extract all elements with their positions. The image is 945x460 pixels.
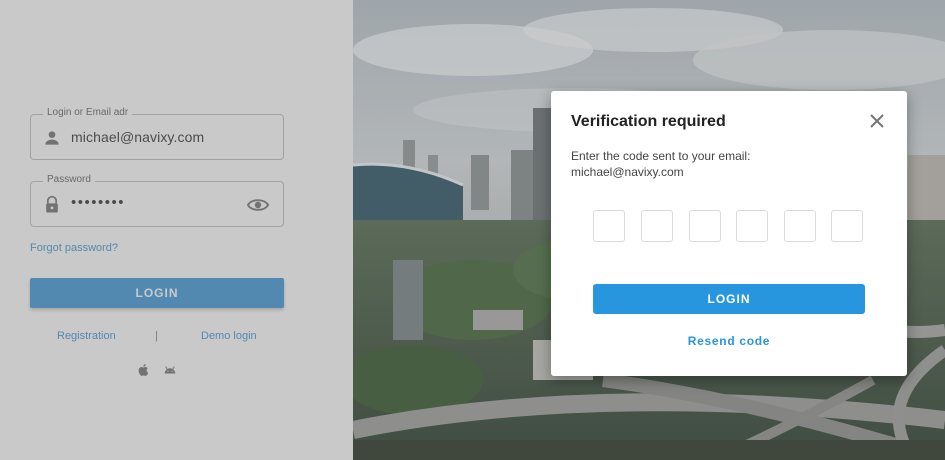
code-digit-2[interactable] [641,210,673,242]
password-field-label: Password [43,174,95,185]
link-separator: | [155,330,158,342]
close-icon[interactable] [869,113,885,129]
resend-code-link[interactable]: Resend code [551,334,907,348]
lock-icon [46,195,58,213]
code-digit-1[interactable] [593,210,625,242]
apple-icon[interactable] [137,363,151,377]
login-field-value: michael@navixy.com [71,129,205,145]
login-button[interactable]: LOGIN [30,278,284,308]
registration-link[interactable]: Registration [57,330,116,342]
login-field-label: Login or Email adr [43,107,133,118]
code-digit-6[interactable] [831,210,863,242]
android-icon[interactable] [162,363,178,377]
user-icon [45,131,59,145]
forgot-password-link[interactable]: Forgot password? [30,242,118,254]
show-password-icon[interactable] [247,196,269,214]
verify-login-button[interactable]: LOGIN [593,284,865,314]
modal-title: Verification required [571,113,726,130]
login-panel: Login or Email adr michael@navixy.com Pa… [0,0,353,460]
demo-login-link[interactable]: Demo login [201,330,257,342]
code-digit-4[interactable] [736,210,768,242]
verification-modal: Verification required Enter the code sen… [551,91,907,376]
password-field-value: •••••••• [71,194,126,211]
code-digit-3[interactable] [689,210,721,242]
instruction-text: Enter the code sent to your email: [571,149,751,163]
login-field[interactable]: Login or Email adr michael@navixy.com [30,107,284,160]
password-field[interactable]: Password •••••••• [30,174,284,227]
modal-instruction: Enter the code sent to your email: micha… [571,148,750,180]
instruction-email: michael@navixy.com [571,165,684,179]
code-digit-5[interactable] [784,210,816,242]
